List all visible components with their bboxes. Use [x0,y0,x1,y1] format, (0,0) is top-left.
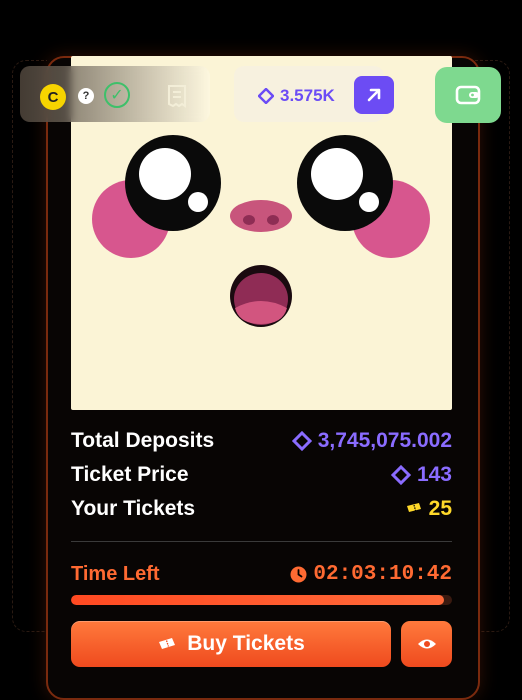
stat-label: Total Deposits [71,429,215,452]
time-progress-bar [71,595,452,605]
ticket-price-value: 143 [416,463,452,486]
time-left-label: Time Left [71,562,160,585]
stat-value: 25 [405,497,452,521]
wallet-icon [455,85,481,105]
your-tickets-value: 25 [428,497,452,520]
buy-tickets-button[interactable]: Buy Tickets [71,621,391,667]
background-panel-right [475,60,510,632]
time-progress-fill [71,595,445,605]
eye-icon [417,639,436,649]
stat-label: Your Tickets [71,497,196,520]
arrow-up-right-icon [367,88,381,102]
help-icon[interactable]: ? [78,88,94,104]
stat-value: 143 [390,463,452,487]
divider [71,541,452,542]
receipt-icon[interactable] [166,84,188,108]
view-button[interactable] [401,621,452,667]
countdown-value: 02:03:10:42 [313,562,452,586]
balance-display: 3.575K [258,86,335,106]
ticket-icon [406,503,421,512]
time-left-value: 02:03:10:42 [290,563,452,586]
diamond-icon [291,431,312,451]
diamond-icon [258,88,274,104]
stat-row-your-tickets: Your Tickets 25 [71,494,452,524]
ticket-icon [159,638,176,649]
stat-value: 3,745,075.002 [291,429,452,453]
clock-icon [290,566,307,582]
wallet-button[interactable] [435,67,501,123]
time-left-row: Time Left 02:03:10:42 [71,560,452,588]
stat-row-total-deposits: Total Deposits 3,745,075.002 [71,426,452,456]
stat-row-ticket-price: Ticket Price 143 [71,460,452,490]
balance-value: 3.575K [280,86,335,105]
total-deposits-value: 3,745,075.002 [317,429,452,452]
send-button[interactable] [354,76,394,114]
background-panel-left [12,60,47,632]
stat-label: Ticket Price [71,463,189,486]
check-icon[interactable]: ✓ [104,82,130,108]
buy-tickets-label: Buy Tickets [187,632,305,655]
coin-icon[interactable]: C [40,84,66,110]
diamond-icon [390,465,411,485]
